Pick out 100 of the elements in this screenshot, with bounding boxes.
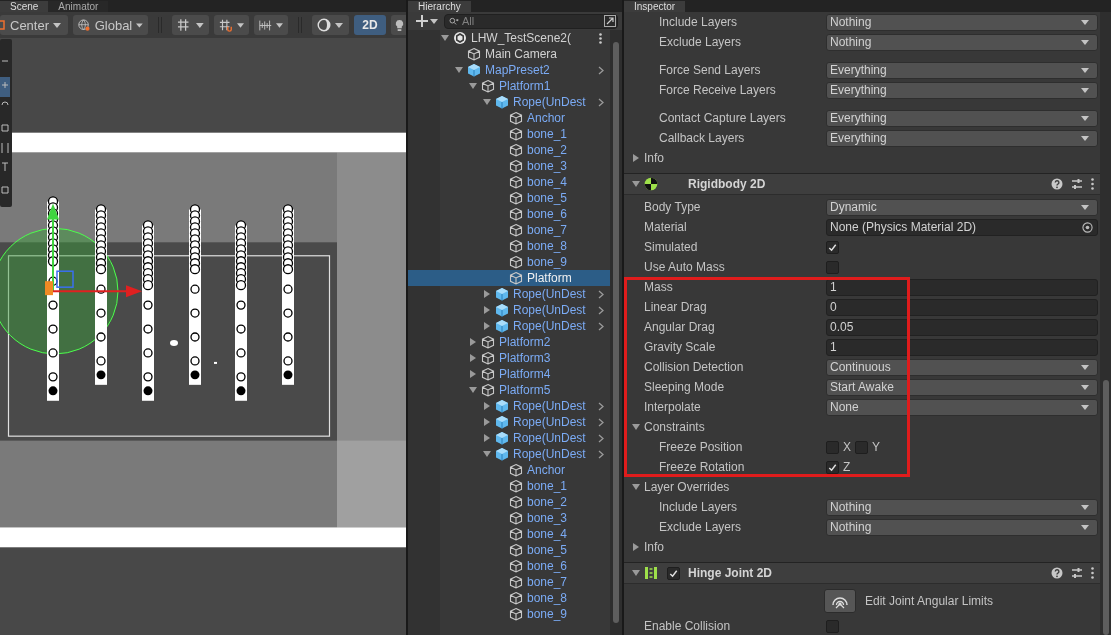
expand-arrow-icon[interactable] (469, 386, 477, 394)
tree-item[interactable]: MapPreset2 (408, 62, 610, 78)
panel-tab[interactable]: Scene (0, 1, 49, 12)
expand-arrow-icon[interactable] (483, 450, 491, 458)
expand-arrow-icon[interactable] (632, 543, 640, 551)
rotation-dropdown[interactable]: Global (73, 15, 148, 35)
tree-item[interactable]: bone_3 (408, 158, 610, 174)
checkbox[interactable] (826, 440, 839, 454)
dropdown[interactable]: Continuous (826, 358, 1098, 376)
dropdown[interactable]: Everything (826, 61, 1098, 79)
expand-arrow-icon[interactable] (632, 423, 640, 431)
dropdown[interactable]: Everything (826, 129, 1098, 147)
grid-dropdown[interactable] (172, 15, 209, 35)
tree-item[interactable]: bone_5 (408, 542, 610, 558)
tree-item[interactable]: bone_5 (408, 190, 610, 206)
number-field[interactable]: 1 (826, 278, 1098, 296)
tool-palette-drawing[interactable] (0, 39, 12, 207)
dropdown[interactable]: Nothing (826, 13, 1098, 31)
panel-tab[interactable]: Animator (48, 1, 109, 12)
tree-item[interactable]: bone_4 (408, 526, 610, 542)
tree-item[interactable]: Rope(UnDest (408, 414, 610, 430)
expand-arrow-icon[interactable] (483, 402, 491, 410)
tree-item[interactable]: bone_7 (408, 222, 610, 238)
number-field[interactable]: 0 (826, 298, 1098, 316)
dropdown[interactable]: Nothing (826, 518, 1098, 536)
tree-item[interactable]: Anchor (408, 462, 610, 478)
scene-view-drawing[interactable] (0, 38, 406, 635)
tree-item[interactable]: bone_1 (408, 478, 610, 494)
tree-item[interactable]: bone_1 (408, 126, 610, 142)
panel-tab[interactable]: Inspector (624, 1, 686, 12)
checkbox[interactable] (826, 260, 839, 274)
menu-icon[interactable] (1091, 567, 1094, 579)
tree-item[interactable]: bone_8 (408, 238, 610, 254)
component-header[interactable]: Hinge Joint 2D (624, 562, 1100, 584)
tree-item[interactable]: Rope(UnDest (408, 446, 610, 462)
scrollbar[interactable] (1100, 12, 1111, 635)
dropdown[interactable]: Everything (826, 109, 1098, 127)
chevron-icon[interactable] (598, 98, 604, 107)
sliders-icon[interactable] (1071, 567, 1083, 579)
view-2d-toggle[interactable]: 2D (354, 15, 386, 35)
chevron-icon[interactable] (598, 66, 604, 75)
checkbox[interactable] (826, 460, 839, 474)
expand-arrow-icon[interactable] (483, 306, 491, 314)
tree-item[interactable]: bone_6 (408, 206, 610, 222)
tree-item[interactable]: LHW_TestScene2( (408, 30, 610, 46)
expand-arrow-icon[interactable] (441, 34, 449, 42)
expand-arrow-icon[interactable] (469, 370, 477, 378)
expand-arrow-icon[interactable] (632, 569, 640, 577)
tree-item[interactable]: bone_3 (408, 510, 610, 526)
checkbox[interactable] (855, 440, 868, 454)
dropdown[interactable]: None (826, 398, 1098, 416)
tree-item[interactable]: Rope(UnDest (408, 430, 610, 446)
dropdown[interactable]: Start Awake (826, 378, 1098, 396)
expand-arrow-icon[interactable] (483, 418, 491, 426)
expand-arrow-icon[interactable] (483, 322, 491, 330)
help-icon[interactable] (1051, 178, 1063, 190)
tree-item[interactable]: bone_9 (408, 606, 610, 622)
snap-dropdown[interactable] (214, 15, 249, 35)
component-header[interactable]: Rigidbody 2D (624, 173, 1100, 195)
expand-arrow-icon[interactable] (632, 483, 640, 491)
checkbox[interactable] (666, 566, 680, 580)
search-field[interactable]: All (444, 13, 618, 29)
number-field[interactable]: 1 (826, 338, 1098, 356)
tree-item[interactable]: Platform5 (408, 382, 610, 398)
tree-item[interactable]: bone_2 (408, 142, 610, 158)
tree-item[interactable]: Rope(UnDest (408, 94, 610, 110)
dropdown[interactable]: Nothing (826, 498, 1098, 516)
foldout-toggle[interactable]: Layer Overrides (632, 480, 730, 494)
checkbox[interactable] (826, 619, 839, 633)
tree-item[interactable]: Rope(UnDest (408, 302, 610, 318)
tree-item[interactable]: Platform3 (408, 350, 610, 366)
sliders-icon[interactable] (1071, 178, 1083, 190)
expand-arrow-icon[interactable] (469, 338, 477, 346)
dropdown[interactable]: Nothing (826, 33, 1098, 51)
expand-arrow-icon[interactable] (483, 290, 491, 298)
increment-dropdown[interactable] (254, 15, 288, 35)
foldout-toggle[interactable]: Constraints (632, 420, 705, 434)
expand-arrow-icon[interactable] (469, 82, 477, 90)
tree-item[interactable]: Platform2 (408, 334, 610, 350)
foldout-toggle[interactable]: Info (632, 540, 664, 554)
tree-item[interactable]: Rope(UnDest (408, 286, 610, 302)
tree-item[interactable]: bone_7 (408, 574, 610, 590)
tree-item[interactable]: Rope(UnDest (408, 318, 610, 334)
tree-item[interactable]: bone_2 (408, 494, 610, 510)
menu-icon[interactable] (599, 33, 602, 44)
expand-arrow-icon[interactable] (483, 98, 491, 106)
tree-item[interactable]: Platform1 (408, 78, 610, 94)
tree-item[interactable]: bone_8 (408, 590, 610, 606)
tree-item[interactable]: Platform (408, 270, 610, 286)
object-field[interactable]: None (Physics Material 2D) (826, 218, 1098, 236)
target-icon[interactable] (1082, 221, 1093, 233)
edit-limits-button[interactable] (824, 589, 856, 613)
tree-item[interactable]: bone_9 (408, 254, 610, 270)
expand-icon[interactable] (604, 14, 616, 27)
dropdown[interactable]: Dynamic (826, 198, 1098, 216)
pivot-dropdown[interactable]: Center (0, 15, 68, 35)
number-field[interactable]: 0.05 (826, 318, 1098, 336)
tree-item[interactable]: bone_4 (408, 174, 610, 190)
expand-arrow-icon[interactable] (483, 434, 491, 442)
menu-icon[interactable] (1091, 178, 1094, 190)
